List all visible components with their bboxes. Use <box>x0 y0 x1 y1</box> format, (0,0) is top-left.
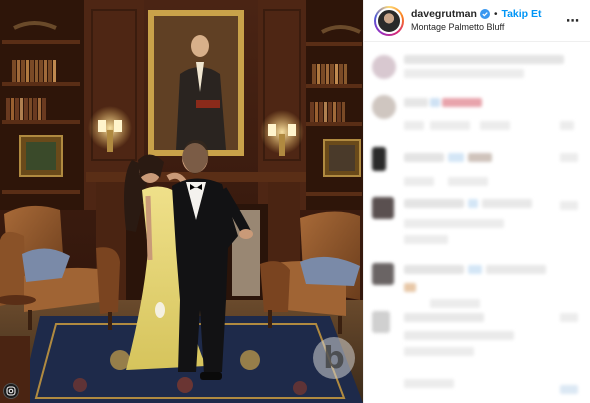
username-link[interactable]: davegrutman <box>411 8 477 20</box>
instagram-glyph-icon <box>3 383 19 399</box>
portrait-painting <box>148 10 244 156</box>
header-info: davegrutman • Takip Et Montage Palmetto … <box>411 8 562 32</box>
watermark-logo-icon: b <box>313 337 355 379</box>
comments-list <box>364 43 590 403</box>
separator-dot: • <box>493 8 498 20</box>
caption-blurred <box>364 43 590 143</box>
post-header: davegrutman • Takip Et Montage Palmetto … <box>364 0 590 42</box>
post-sidebar: davegrutman • Takip Et Montage Palmetto … <box>363 0 590 403</box>
comment-blurred-2 <box>364 193 590 253</box>
location-link[interactable]: Montage Palmetto Bluff <box>411 22 562 32</box>
photo-scene <box>0 0 363 403</box>
more-options-icon[interactable]: ⋯ <box>566 13 580 29</box>
comment-blurred-4 <box>364 309 590 403</box>
post-photo[interactable]: b <box>0 0 363 403</box>
profile-avatar[interactable] <box>374 5 404 36</box>
instagram-post-screenshot: b davegrutman • Takip Et Montage Palmett… <box>0 0 590 403</box>
follow-button[interactable]: Takip Et <box>501 8 541 20</box>
verified-badge-icon <box>479 9 490 20</box>
